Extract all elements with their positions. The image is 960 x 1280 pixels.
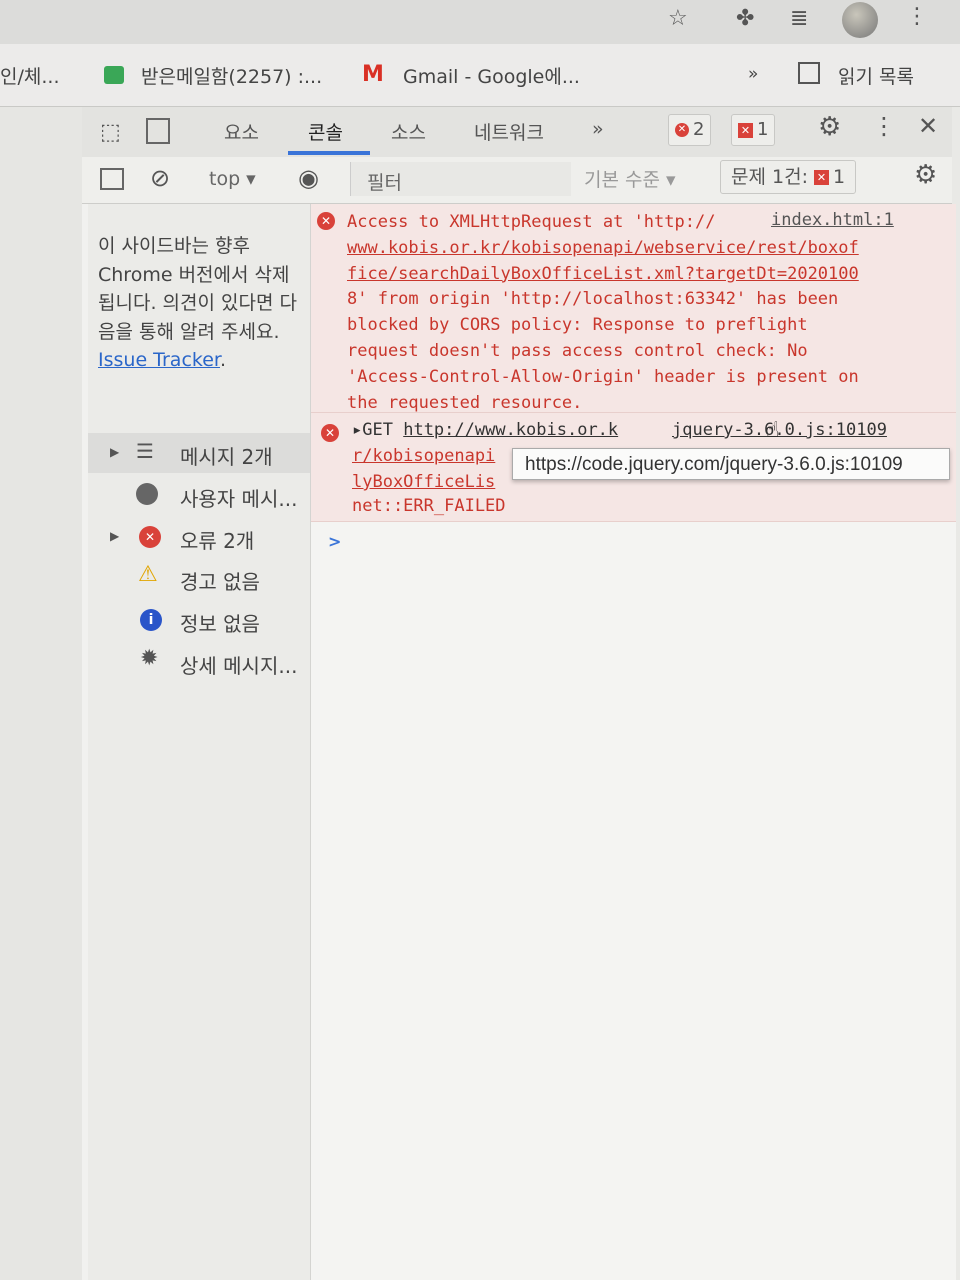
mail-icon bbox=[104, 66, 124, 84]
filter-input[interactable]: 필터 bbox=[350, 162, 571, 196]
sidebar-item-verbose[interactable]: ✹ 상세 메시지... bbox=[88, 642, 310, 682]
tab-elements[interactable]: 요소 bbox=[224, 118, 259, 145]
tab-network[interactable]: 네트워크 bbox=[474, 118, 544, 145]
sidebar-item-errors[interactable]: ▶ ✕ 오류 2개 bbox=[88, 517, 310, 557]
warning-icon: ⚠ bbox=[138, 562, 158, 587]
request-line[interactable]: ▸GET http://www.kobis.or.k bbox=[352, 420, 618, 440]
expand-triangle-icon[interactable]: ▶ bbox=[110, 529, 119, 543]
error-status: net::ERR_FAILED bbox=[352, 496, 506, 516]
bookmark-item[interactable]: Gmail - Google에... bbox=[403, 62, 580, 89]
sidebar-item-info[interactable]: i 정보 없음 bbox=[88, 600, 310, 640]
device-toolbar-icon[interactable] bbox=[146, 118, 170, 144]
browser-toolbar: ☆ ✤ ≣ ⋮ bbox=[0, 0, 960, 44]
settings-gear-icon[interactable]: ⚙ bbox=[818, 112, 841, 142]
log-level-selector[interactable]: 기본 수준 ▾ bbox=[584, 165, 676, 192]
info-icon: i bbox=[140, 609, 162, 631]
error-count-badge[interactable]: ✕ 2 bbox=[668, 114, 712, 146]
hand-cursor-icon: ☝ bbox=[766, 418, 780, 443]
sidebar-item-user-messages[interactable]: 사용자 메시... bbox=[88, 475, 310, 515]
issue-icon: ✕ bbox=[814, 170, 830, 185]
reading-list-icon bbox=[798, 62, 820, 84]
sidebar-item-warnings[interactable]: ⚠ 경고 없음 bbox=[88, 558, 310, 598]
star-icon[interactable]: ☆ bbox=[668, 6, 688, 31]
error-icon: ✕ bbox=[317, 212, 335, 230]
sidebar-item-messages[interactable]: ▶ ☰ 메시지 2개 bbox=[88, 433, 310, 473]
error-icon: ✕ bbox=[321, 424, 339, 442]
context-selector[interactable]: top ▾ bbox=[209, 168, 256, 190]
issue-tracker-link[interactable]: Issue Tracker bbox=[98, 349, 220, 371]
issues-button[interactable]: 문제 1건: ✕ 1 bbox=[720, 160, 857, 194]
bookmarks-overflow-button[interactable]: » bbox=[748, 64, 758, 84]
sidebar-toggle-icon[interactable] bbox=[100, 168, 124, 190]
reading-list-button[interactable]: 읽기 목록 bbox=[838, 62, 914, 89]
error-message-text: Access to XMLHttpRequest at 'http://www.… bbox=[347, 212, 859, 413]
tab-sources[interactable]: 소스 bbox=[391, 118, 426, 145]
bug-icon: ✹ bbox=[140, 646, 159, 671]
issue-count-badge[interactable]: ✕ 1 bbox=[731, 114, 776, 146]
request-url-line[interactable]: lyBoxOfficeLis bbox=[352, 472, 495, 492]
source-link[interactable]: jquery-3.6.0.js:10109 bbox=[672, 420, 887, 440]
devtools-menu-icon[interactable]: ⋮ bbox=[872, 112, 896, 140]
profile-avatar[interactable] bbox=[842, 2, 878, 38]
active-tab-indicator bbox=[288, 151, 370, 155]
bookmark-item[interactable]: 받은메일함(2257) :... bbox=[141, 62, 322, 89]
console-settings-icon[interactable]: ⚙ bbox=[914, 160, 937, 190]
error-icon: ✕ bbox=[675, 123, 689, 137]
source-link[interactable]: index.html:1 bbox=[771, 210, 894, 230]
gmail-icon: M bbox=[362, 62, 384, 87]
extensions-icon[interactable]: ✤ bbox=[736, 6, 754, 31]
console-prompt[interactable]: > bbox=[328, 532, 341, 551]
media-queue-icon[interactable]: ≣ bbox=[790, 6, 808, 31]
live-expression-eye-icon[interactable]: ◉ bbox=[298, 164, 319, 192]
expand-triangle-icon[interactable]: ▶ bbox=[110, 445, 119, 459]
error-icon: ✕ bbox=[139, 526, 161, 548]
list-icon: ☰ bbox=[136, 439, 154, 463]
sidebar-deprecation-note: 이 사이드바는 향후 Chrome 버전에서 삭제됩니다. 의견이 있다면 다음… bbox=[98, 235, 297, 371]
more-tabs-button[interactable]: » bbox=[592, 118, 604, 140]
clear-console-icon[interactable]: ⊘ bbox=[150, 164, 170, 192]
close-devtools-icon[interactable]: ✕ bbox=[918, 112, 938, 140]
issue-icon: ✕ bbox=[738, 122, 753, 138]
link-tooltip: https://code.jquery.com/jquery-3.6.0.js:… bbox=[512, 448, 950, 480]
more-menu-icon[interactable]: ⋮ bbox=[906, 4, 928, 29]
user-icon bbox=[136, 483, 158, 505]
inspect-element-icon[interactable]: ⬚ bbox=[100, 120, 121, 145]
bookmark-item[interactable]: 인/체... bbox=[0, 62, 59, 89]
tab-console[interactable]: 콘솔 bbox=[308, 118, 343, 145]
request-url-line[interactable]: r/kobisopenapi bbox=[352, 446, 495, 466]
